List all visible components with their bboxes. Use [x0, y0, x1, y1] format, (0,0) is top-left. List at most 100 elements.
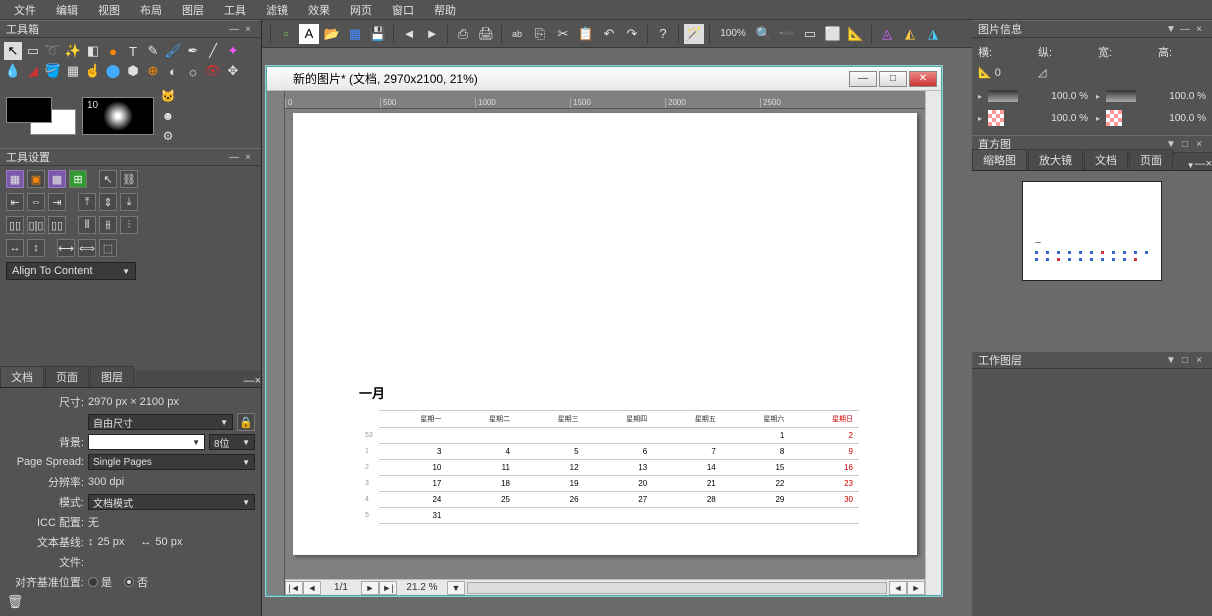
panel-minimize-icon[interactable]: — [244, 375, 255, 387]
arrow-tool-icon[interactable]: ↖ [4, 42, 22, 60]
align-to-dropdown[interactable]: Align To Content ▼ [6, 262, 136, 280]
menu-filter[interactable]: 滤镜 [258, 0, 296, 20]
align-vcenter-icon[interactable]: ⇕ [99, 193, 117, 211]
chevron-down-icon[interactable]: ▼ [1164, 24, 1178, 35]
misc-icon[interactable]: ⚙ [160, 128, 176, 144]
prev-icon[interactable]: ◄ [399, 24, 419, 44]
dist-hc-icon[interactable]: ▯|▯ [27, 216, 45, 234]
v-scrollbar[interactable] [925, 91, 941, 595]
eyedrop-tool-icon[interactable]: 💧 [4, 62, 22, 80]
panel-close-icon[interactable]: × [1192, 139, 1206, 150]
zoom-out-icon[interactable]: ➖ [777, 24, 797, 44]
panel-minimize-icon[interactable]: — [1178, 24, 1192, 35]
redo-icon[interactable]: ↷ [622, 24, 642, 44]
last-page-icon[interactable]: ►| [379, 581, 397, 595]
panel-minimize-icon[interactable]: — [227, 152, 241, 163]
radio-yes[interactable]: 是 [88, 574, 112, 590]
grid-icon[interactable]: ▦ [345, 24, 365, 44]
layer-row[interactable]: ▸100.0 % [978, 107, 1088, 129]
wand-tool-icon[interactable]: ✨ [64, 42, 82, 60]
tab-layer[interactable]: 图层 [90, 366, 134, 387]
match-h-icon[interactable]: ⟺ [78, 239, 96, 257]
brush-preview[interactable]: 10 [82, 97, 154, 135]
copy-icon[interactable]: ⎘ [530, 24, 550, 44]
edit-tool-icon[interactable]: ✎ [144, 42, 162, 60]
save-icon[interactable]: 💾 [368, 24, 388, 44]
chain-icon[interactable]: ⛓ [120, 170, 138, 188]
next-page-icon[interactable]: ► [361, 581, 379, 595]
panel-minimize-icon[interactable]: — [227, 24, 241, 35]
minimize-button[interactable]: — [849, 71, 877, 87]
zoom-in-icon[interactable]: 🔍 [754, 24, 774, 44]
help-icon[interactable]: ? [653, 24, 673, 44]
measure-icon[interactable]: 📐 [846, 24, 866, 44]
vertical-ruler[interactable] [267, 91, 285, 595]
undo-icon[interactable]: ↶ [599, 24, 619, 44]
chevron-down-icon[interactable]: ▼ [1187, 161, 1195, 170]
target-sel-icon[interactable]: ▣ [27, 170, 45, 188]
paste-icon[interactable]: 📋 [576, 24, 596, 44]
thumbnail-preview[interactable]: 一 [1022, 181, 1162, 281]
panel-close-icon[interactable]: × [1192, 355, 1206, 366]
align-hcenter-icon[interactable]: ⇔ [27, 193, 45, 211]
gradient-tool-icon[interactable]: ▦ [64, 62, 82, 80]
crop-tool-icon[interactable]: ◧ [84, 42, 102, 60]
smudge-tool-icon[interactable]: ☝ [84, 62, 102, 80]
fill-tool-icon[interactable]: 🪣 [44, 62, 62, 80]
text-tool-icon[interactable]: T [124, 42, 142, 60]
heal-tool-icon[interactable]: ⊕ [144, 62, 162, 80]
first-page-icon[interactable]: |◄ [285, 581, 303, 595]
match-w-icon[interactable]: ⟷ [57, 239, 75, 257]
h-scroll-track[interactable] [467, 582, 887, 594]
dist-vc-icon[interactable]: ⫵ [99, 216, 117, 234]
layer-row[interactable]: ▸100.0 % [1096, 107, 1206, 129]
print-icon[interactable]: 🖨 [476, 24, 496, 44]
ab-icon[interactable]: ab [507, 24, 527, 44]
target-all-icon[interactable]: ▦ [6, 170, 24, 188]
menu-help[interactable]: 帮助 [426, 0, 464, 20]
space-h-icon[interactable]: ↔ [6, 239, 24, 257]
stamp-tool-icon[interactable]: ⬢ [124, 62, 142, 80]
marquee-tool-icon[interactable]: ▭ [24, 42, 42, 60]
scan-icon[interactable]: ⎙ [453, 24, 473, 44]
zoom-chevron-icon[interactable]: ▼ [447, 581, 465, 595]
bg-color-field[interactable]: ▼ [88, 434, 205, 450]
panel-close-icon[interactable]: × [241, 24, 255, 35]
dist-top-icon[interactable]: ⫴ [78, 216, 96, 234]
maximize-button[interactable]: □ [879, 71, 907, 87]
text-icon[interactable]: A [299, 24, 319, 44]
tab-page[interactable]: 页面 [45, 366, 89, 387]
dist-bot-icon[interactable]: ⫶ [120, 216, 138, 234]
brush-tool-icon[interactable]: 🖌 [164, 42, 182, 60]
menu-file[interactable]: 文件 [6, 0, 44, 20]
panel-expand-icon[interactable]: □ [1178, 139, 1192, 150]
menu-web[interactable]: 网页 [342, 0, 380, 20]
menu-tools[interactable]: 工具 [216, 0, 254, 20]
new-icon[interactable]: ▫ [276, 24, 296, 44]
spray-tool-icon[interactable]: ✦ [224, 42, 242, 60]
face-icon[interactable]: ☻ [160, 108, 176, 124]
layer-row[interactable]: ▸100.0 % [978, 85, 1088, 107]
bit-depth-dropdown[interactable]: 8位▼ [209, 434, 255, 450]
chevron-down-icon[interactable]: ▼ [1164, 139, 1178, 150]
spread-dropdown[interactable]: Single Pages▼ [88, 454, 255, 470]
menu-edit[interactable]: 编辑 [48, 0, 86, 20]
cat-icon[interactable]: 🐱 [160, 88, 176, 104]
scroll-right-icon[interactable]: ► [907, 581, 925, 595]
mode-dropdown[interactable]: 文档模式▼ [88, 494, 255, 510]
align-left-icon[interactable]: ⇤ [6, 193, 24, 211]
panel-close-icon[interactable]: × [255, 375, 261, 387]
close-button[interactable]: ✕ [909, 71, 937, 87]
next-icon[interactable]: ► [422, 24, 442, 44]
scroll-left-icon[interactable]: ◄ [889, 581, 907, 595]
patch-tool-icon[interactable]: ◐ [164, 62, 182, 80]
actual-icon[interactable]: ⬜ [823, 24, 843, 44]
horizontal-ruler[interactable]: 05001000150020002500 [285, 91, 925, 109]
align-top-icon[interactable]: ⤒ [78, 193, 96, 211]
open-icon[interactable]: 📂 [322, 24, 342, 44]
tab-thumbnail[interactable]: 缩略图 [972, 149, 1027, 170]
fx1-icon[interactable]: ◬ [877, 24, 897, 44]
panel-close-icon[interactable]: × [1192, 24, 1206, 35]
lock-icon[interactable]: 🔒 [237, 413, 255, 431]
pen-tool-icon[interactable]: ✒ [184, 42, 202, 60]
